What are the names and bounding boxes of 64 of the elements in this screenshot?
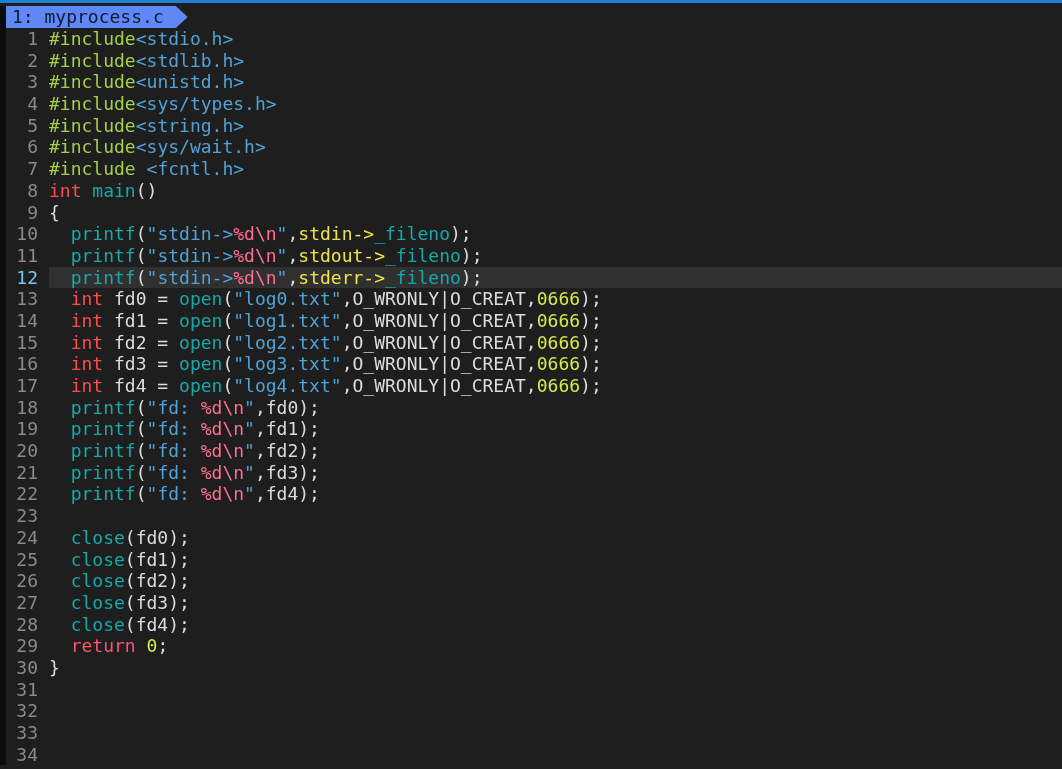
line-number: 22 bbox=[15, 483, 39, 506]
code-line: close(fd1); bbox=[69, 548, 190, 570]
line-number: 24 bbox=[15, 526, 39, 549]
line-number: 8 bbox=[26, 179, 39, 202]
line-number: 6 bbox=[26, 136, 39, 159]
code-line: int fd0 = open("log0.txt",O_WRONLY|O_CREAT,0666); bbox=[69, 288, 602, 310]
code-line: printf("fd: %d\n",fd2); bbox=[69, 440, 320, 462]
code-line: #include<stdio.h> bbox=[49, 28, 234, 49]
line-number: 7 bbox=[26, 158, 39, 180]
line-number: 2 bbox=[26, 49, 39, 72]
code-line: #include<string.h> bbox=[49, 114, 245, 136]
code-line: #include<unistd.h> bbox=[49, 71, 245, 93]
code-line: printf("fd: %d\n",fd1); bbox=[69, 418, 320, 440]
code-line: printf("fd: %d\n",fd0); bbox=[69, 396, 320, 418]
code-line: close(fd3); bbox=[69, 591, 190, 613]
code-line: { bbox=[49, 201, 60, 223]
line-number: 9 bbox=[26, 201, 39, 224]
code-line: int fd1 = open("log1.txt",O_WRONLY|O_CREAT,0666); bbox=[69, 309, 602, 331]
line-number: 29 bbox=[15, 635, 39, 657]
line-number: 5 bbox=[26, 114, 39, 137]
line-number: 33 bbox=[15, 722, 39, 744]
line-number: 30 bbox=[15, 656, 39, 679]
code-line: printf("stdin->%d\n",stdout->_fileno); bbox=[69, 244, 483, 266]
line-number: 15 bbox=[15, 331, 39, 354]
line-number: 16 bbox=[15, 353, 39, 375]
code-line: int fd4 = open("log4.txt",O_WRONLY|O_CREAT,0666); bbox=[69, 375, 602, 396]
code-line: printf("fd: %d\n",fd3); bbox=[69, 461, 320, 483]
code-line: #include<sys/types.h> bbox=[49, 93, 277, 115]
line-number: 14 bbox=[15, 309, 39, 332]
line-number: 12 bbox=[15, 266, 39, 289]
line-number: 32 bbox=[15, 700, 39, 722]
code-line: printf("stdin->%d\n",stdin->_fileno); bbox=[69, 223, 472, 245]
line-number: 18 bbox=[15, 396, 39, 419]
code-line: int fd3 = open("log3.txt",O_WRONLY|O_CREAT,0666); bbox=[69, 353, 602, 375]
line-number: 27 bbox=[15, 591, 39, 614]
code-line: close(fd2); bbox=[69, 570, 190, 592]
line-number: 31 bbox=[15, 678, 39, 701]
code-line: #include<sys/wait.h> bbox=[49, 136, 266, 158]
code-line: #include<stdlib.h> bbox=[49, 49, 245, 71]
file-tab[interactable]: 1: myprocess.c bbox=[6, 6, 188, 28]
code-line: printf("fd: %d\n",fd4); bbox=[69, 483, 320, 505]
line-number: 3 bbox=[26, 71, 39, 94]
code-line: return 0; bbox=[69, 635, 169, 657]
code-line: close(fd0); bbox=[69, 526, 190, 548]
line-number: 21 bbox=[15, 461, 39, 484]
line-number: 1 bbox=[26, 28, 39, 50]
line-number: 26 bbox=[15, 570, 39, 592]
line-number: 34 bbox=[15, 743, 39, 766]
line-number: 4 bbox=[26, 93, 39, 115]
line-number: 19 bbox=[15, 418, 39, 441]
code-line: printf("stdin->%d\n",stderr->_fileno); bbox=[69, 266, 483, 288]
code-line: close(fd4); bbox=[69, 613, 190, 635]
line-number: 11 bbox=[15, 244, 39, 267]
line-number: 28 bbox=[15, 613, 39, 636]
line-number: 23 bbox=[15, 505, 39, 527]
line-number: 13 bbox=[15, 288, 39, 310]
code-line: } bbox=[49, 656, 60, 678]
line-number: 10 bbox=[15, 223, 39, 245]
code-line: int fd2 = open("log2.txt",O_WRONLY|O_CREAT,0666); bbox=[69, 331, 602, 353]
line-number: 20 bbox=[15, 440, 39, 462]
line-number: 17 bbox=[15, 375, 39, 397]
code-line: #include <fcntl.h> bbox=[49, 158, 245, 180]
code-line: int main() bbox=[49, 179, 158, 201]
line-number: 25 bbox=[15, 548, 39, 571]
